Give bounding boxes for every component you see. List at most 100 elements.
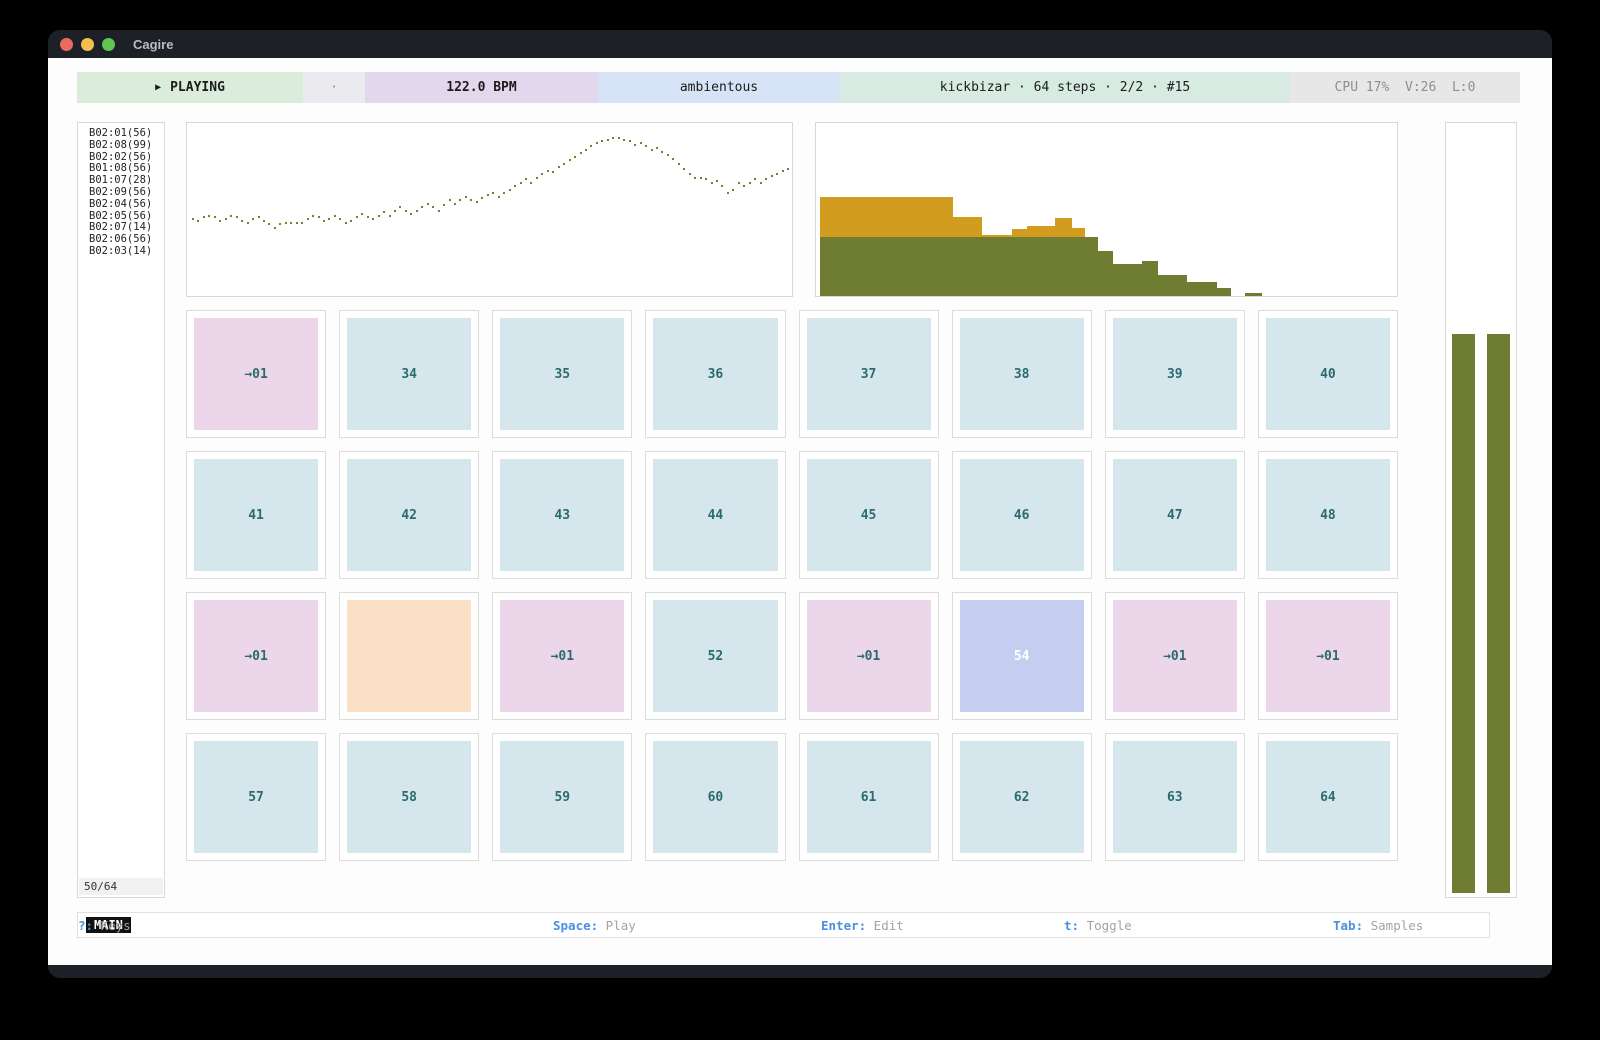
bpm-indicator[interactable]: 122.0 BPM xyxy=(365,72,598,103)
pattern-cell-label: 63 xyxy=(1167,790,1183,805)
waveform-dot xyxy=(607,139,609,141)
waveform-dot xyxy=(530,182,532,184)
shortcut-key: Space: xyxy=(553,918,598,933)
waveform-dot xyxy=(258,216,260,218)
pattern-cell[interactable]: →01 xyxy=(186,310,326,438)
pattern-cell[interactable]: 36 xyxy=(645,310,785,438)
pattern-cell[interactable]: 34 xyxy=(339,310,479,438)
pattern-cell[interactable]: 35 xyxy=(492,310,632,438)
pattern-cell-fill-normal: 41 xyxy=(194,459,318,571)
waveform-dot xyxy=(459,199,461,201)
shortcut-hint: Tab: Samples xyxy=(1333,918,1423,933)
pattern-cell[interactable]: 44 xyxy=(645,451,785,579)
waveform-dot xyxy=(749,182,751,184)
pattern-cell[interactable]: 64 xyxy=(1258,733,1398,861)
pattern-cell[interactable]: 39 xyxy=(1105,310,1245,438)
histogram-bar-base xyxy=(1027,237,1055,296)
level-histogram xyxy=(816,123,1397,296)
pattern-cell[interactable]: 37 xyxy=(799,310,939,438)
waveform-dot xyxy=(771,175,773,177)
pattern-cell-label: 38 xyxy=(1014,367,1030,382)
scene-indicator[interactable]: ambientous xyxy=(598,72,840,103)
pattern-cell-label: 54 xyxy=(1014,649,1030,664)
pattern-indicator[interactable]: kickbizar · 64 steps · 2/2 · #15 xyxy=(840,72,1290,103)
pattern-cell[interactable]: 63 xyxy=(1105,733,1245,861)
sample-list-item[interactable]: B02:09(56) xyxy=(89,187,164,199)
histogram-bar-base xyxy=(1187,282,1217,296)
pattern-cell[interactable]: 46 xyxy=(952,451,1092,579)
pattern-cell[interactable]: 57 xyxy=(186,733,326,861)
sample-list-item[interactable]: B02:08(99) xyxy=(89,140,164,152)
waveform-dot xyxy=(721,185,723,187)
waveform-dot xyxy=(197,220,199,222)
sample-list-item[interactable]: B02:03(14) xyxy=(89,246,164,258)
minimize-window-button[interactable] xyxy=(81,38,94,51)
pattern-cell-fill-playing xyxy=(347,600,471,712)
transport-status[interactable]: ▶PLAYING xyxy=(77,72,303,103)
pattern-cell[interactable]: 47 xyxy=(1105,451,1245,579)
waveform-dot xyxy=(339,218,341,220)
pattern-cell-label: 34 xyxy=(401,367,417,382)
waveform-dot xyxy=(328,218,330,220)
waveform-dot xyxy=(618,137,620,139)
shortcut-hint: ?: Keys xyxy=(78,918,131,933)
pattern-cell[interactable]: 61 xyxy=(799,733,939,861)
histogram-bar-base xyxy=(1085,237,1098,296)
waveform-dot xyxy=(700,177,702,179)
pattern-cell[interactable]: →01 xyxy=(492,592,632,720)
waveform-dot xyxy=(705,178,707,180)
pattern-cell-fill-jump: →01 xyxy=(500,600,624,712)
histogram-bar-base xyxy=(1072,237,1085,296)
waveform-dot xyxy=(590,145,592,147)
pattern-cell-label: 64 xyxy=(1320,790,1336,805)
pattern-cell[interactable] xyxy=(339,592,479,720)
pattern-cell[interactable]: 42 xyxy=(339,451,479,579)
pattern-cell-fill-jump: →01 xyxy=(194,600,318,712)
pattern-cell[interactable]: →01 xyxy=(1258,592,1398,720)
pattern-cell-fill-normal: 61 xyxy=(807,741,931,853)
step-grid: →01343536373839404142434445464748→01→015… xyxy=(186,310,1398,861)
waveform-dot xyxy=(268,223,270,225)
waveform-dot xyxy=(492,192,494,194)
waveform-dot xyxy=(241,220,243,222)
waveform-dot xyxy=(612,137,614,139)
pattern-cell[interactable]: 43 xyxy=(492,451,632,579)
pattern-cell-label: →01 xyxy=(551,649,574,664)
waveform-dot xyxy=(361,213,363,215)
pattern-cell-label: 61 xyxy=(861,790,877,805)
pattern-cell-label: 40 xyxy=(1320,367,1336,382)
sample-list-item[interactable]: B02:04(56) xyxy=(89,199,164,211)
pattern-cell[interactable]: 40 xyxy=(1258,310,1398,438)
pattern-cell-fill-normal: 45 xyxy=(807,459,931,571)
histogram-bar-base xyxy=(982,237,1012,296)
pattern-cell[interactable]: 52 xyxy=(645,592,785,720)
pattern-cell[interactable]: 59 xyxy=(492,733,632,861)
pattern-cell[interactable]: 58 xyxy=(339,733,479,861)
waveform-dot xyxy=(552,171,554,173)
shortcut-action: Edit xyxy=(866,918,904,933)
pattern-cell[interactable]: 62 xyxy=(952,733,1092,861)
waveform-dot xyxy=(394,210,396,212)
maximize-window-button[interactable] xyxy=(102,38,115,51)
pattern-cell[interactable]: 41 xyxy=(186,451,326,579)
pattern-cell-fill-jump: →01 xyxy=(1266,600,1390,712)
pattern-cell[interactable]: →01 xyxy=(1105,592,1245,720)
pattern-cell[interactable]: →01 xyxy=(799,592,939,720)
pattern-cell-label: 44 xyxy=(708,508,724,523)
pattern-cell[interactable]: 45 xyxy=(799,451,939,579)
pattern-cell[interactable]: 60 xyxy=(645,733,785,861)
waveform-dot xyxy=(438,210,440,212)
pattern-cell[interactable]: 54 xyxy=(952,592,1092,720)
waveform-dot xyxy=(285,222,287,224)
waveform-dot xyxy=(307,218,309,220)
pattern-cell[interactable]: →01 xyxy=(186,592,326,720)
pattern-cell-fill-normal: 37 xyxy=(807,318,931,430)
app-title: Cagire xyxy=(133,37,173,52)
waveform-dot xyxy=(214,216,216,218)
histogram-bar-accent xyxy=(820,197,952,238)
pattern-cell[interactable]: 48 xyxy=(1258,451,1398,579)
close-window-button[interactable] xyxy=(60,38,73,51)
waveform-dot xyxy=(318,216,320,218)
pattern-cell[interactable]: 38 xyxy=(952,310,1092,438)
waveform-dot xyxy=(301,222,303,224)
